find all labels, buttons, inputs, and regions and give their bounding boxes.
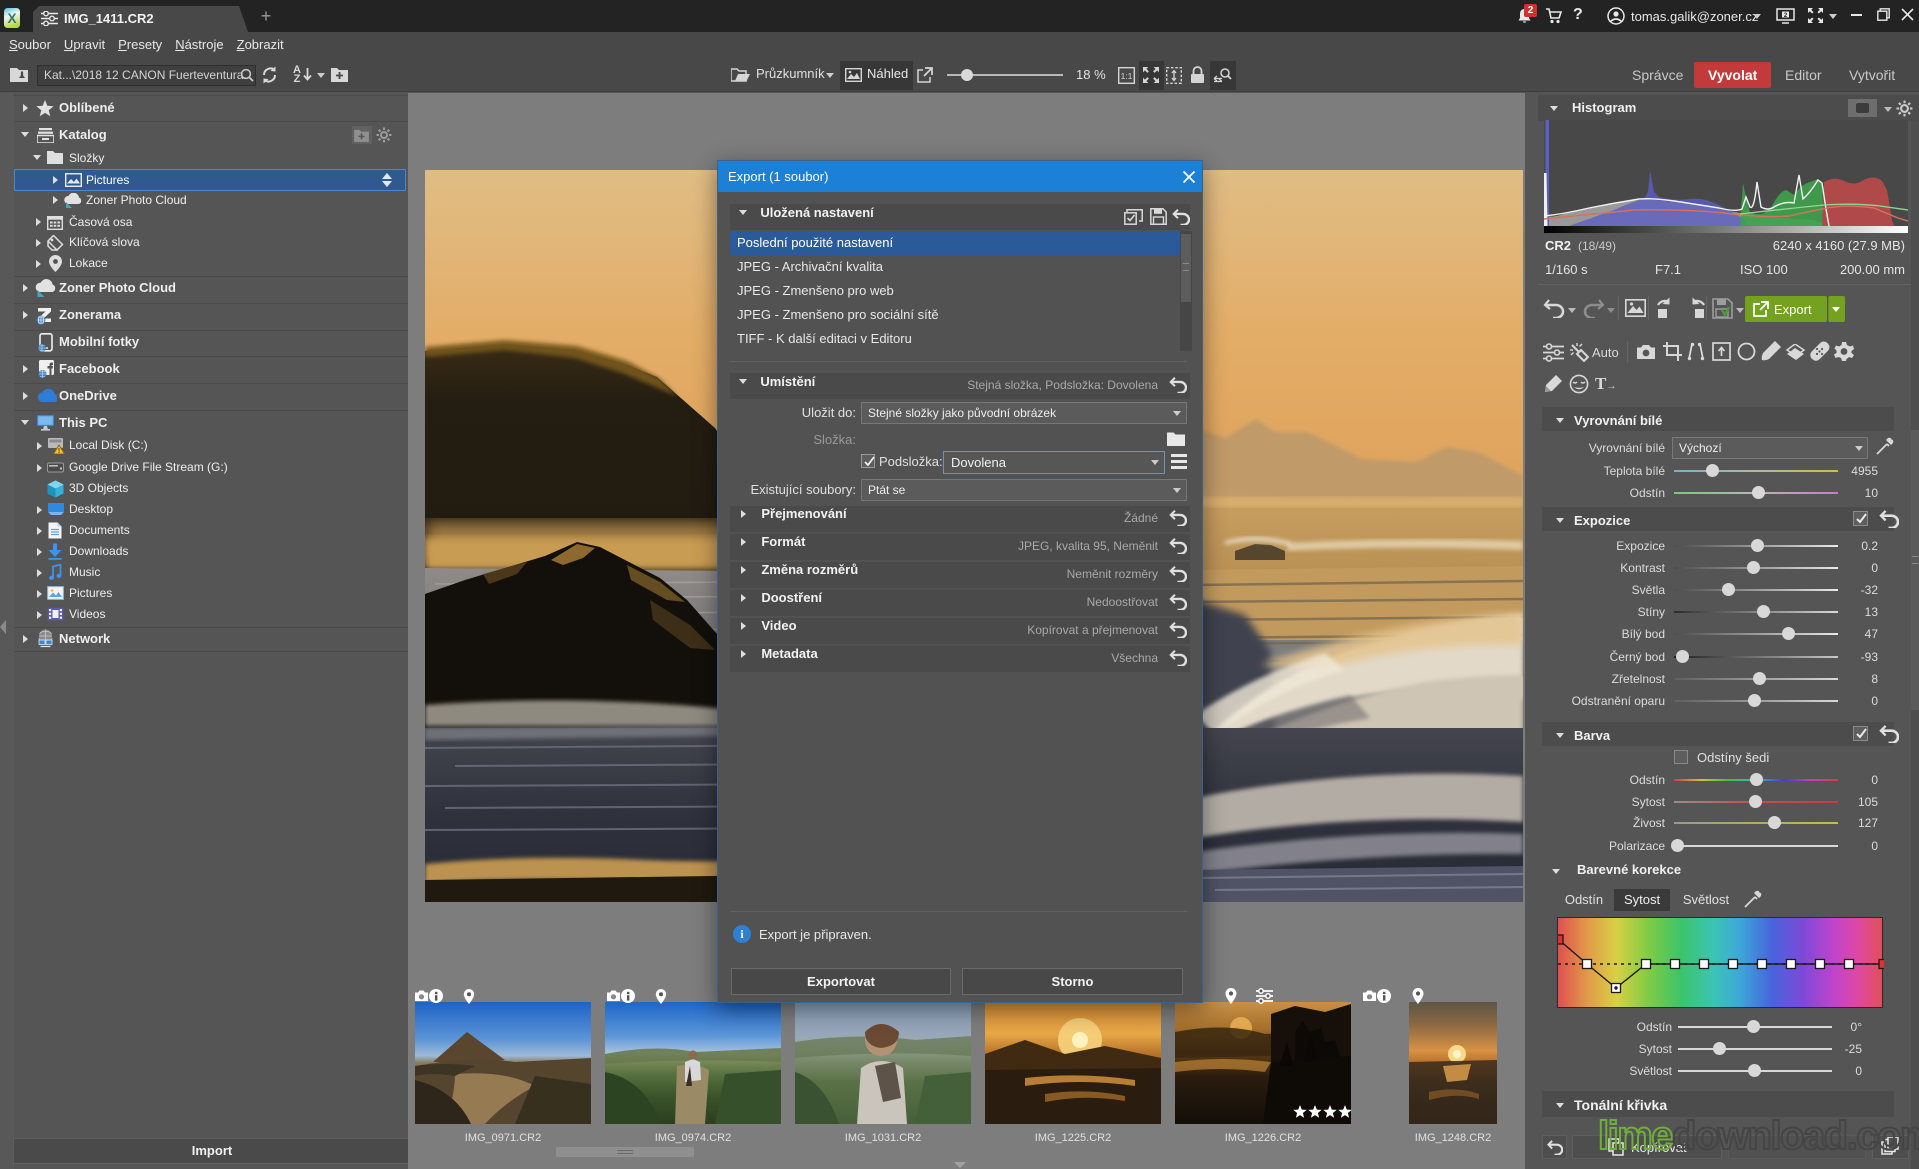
- svg-text:!: !: [58, 448, 60, 454]
- svg-text:1:1: 1:1: [1121, 71, 1133, 81]
- svg-text:X: X: [7, 11, 16, 26]
